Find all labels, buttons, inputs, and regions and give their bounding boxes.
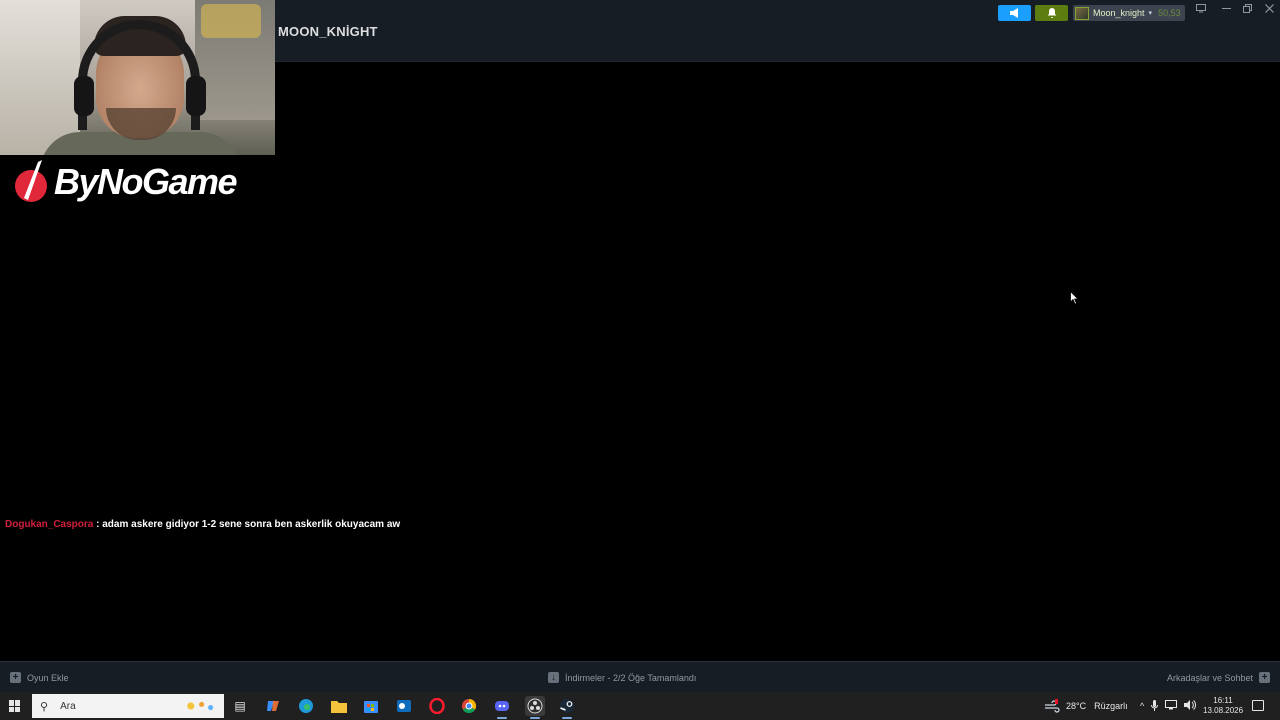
chat-message: Dogukan_Caspora : adam askere gidiyor 1-…: [5, 519, 400, 530]
search-placeholder: Ara: [60, 700, 76, 712]
bell-icon: [1047, 8, 1056, 18]
brand-logo: ByNoGame: [14, 157, 238, 207]
screen: MOON_KNİGHT Moon_knight ▾ 50,53 ByNoGame…: [0, 0, 1280, 720]
page-title: MOON_KNİGHT: [278, 24, 378, 39]
steam-icon[interactable]: [557, 696, 577, 719]
avatar: [1075, 6, 1089, 20]
wind-icon: [1045, 699, 1060, 713]
mouse-cursor-icon: [1070, 291, 1079, 305]
windows-taskbar: ⚲ Ara ▤ 28°C Rüzgarlı ^ 16:11 13.08.2026: [0, 692, 1280, 720]
restore-icon[interactable]: [1240, 4, 1254, 16]
megaphone-icon: [1009, 8, 1018, 18]
chevron-down-icon: ▾: [1148, 10, 1153, 17]
chevron-up-icon[interactable]: ^: [1140, 701, 1144, 711]
friends-chat-button[interactable]: Arkadaşlar ve Sohbet +: [1167, 672, 1270, 683]
big-picture-icon[interactable]: [1194, 4, 1208, 16]
clock-date: 13.08.2026: [1203, 706, 1244, 715]
account-menu-button[interactable]: Moon_knight ▾ 50,53: [1073, 5, 1185, 21]
announcements-button[interactable]: [998, 5, 1031, 21]
clock[interactable]: 16:11 13.08.2026: [1203, 696, 1243, 716]
opera-icon[interactable]: [427, 696, 447, 716]
headset: [78, 20, 200, 130]
weather-temp: 28°C: [1066, 701, 1087, 711]
notifications-button[interactable]: [1035, 5, 1068, 21]
search-icon: ⚲: [40, 700, 49, 713]
notification-center-icon[interactable]: [1252, 700, 1264, 711]
volume-icon[interactable]: [1184, 700, 1197, 712]
friends-icon: +: [1259, 672, 1270, 683]
search-highlight-icon: [180, 698, 216, 714]
minimize-icon[interactable]: [1219, 4, 1233, 16]
bynogame-logo-icon: [15, 160, 47, 202]
plus-icon: +: [10, 672, 21, 683]
wallet-balance: 50,53: [1158, 8, 1181, 18]
task-view-icon[interactable]: ▤: [230, 696, 250, 716]
edge-icon[interactable]: [296, 696, 316, 716]
add-game-button[interactable]: + Oyun Ekle: [10, 672, 69, 683]
outlook-icon[interactable]: [394, 696, 414, 716]
friends-chat-label: Arkadaşlar ve Sohbet: [1166, 672, 1253, 683]
downloads-label: İndirmeler - 2/2 Öğe Tamamlandı: [565, 672, 697, 683]
system-tray: ^: [1140, 692, 1197, 720]
microsoft-store-icon[interactable]: [361, 696, 381, 716]
steam-bottom-bar: + Oyun Ekle ↓ İndirmeler - 2/2 Öğe Tamam…: [0, 661, 1280, 692]
obs-icon[interactable]: [525, 696, 545, 719]
add-game-label: Oyun Ekle: [27, 672, 69, 683]
download-icon: ↓: [548, 672, 559, 683]
close-icon[interactable]: [1262, 4, 1276, 16]
discord-icon[interactable]: [492, 696, 512, 719]
weather-condition: Rüzgarlı: [1094, 701, 1128, 711]
copilot-icon[interactable]: [263, 696, 283, 716]
microphone-icon[interactable]: [1151, 699, 1159, 713]
file-explorer-icon[interactable]: [329, 696, 349, 716]
chat-text: : adam askere gidiyor 1-2 sene sonra ben…: [93, 519, 401, 530]
network-icon[interactable]: [1165, 700, 1178, 712]
clock-time: 16:11: [1213, 696, 1233, 705]
weather-widget[interactable]: 28°C Rüzgarlı: [1044, 692, 1128, 720]
search-input[interactable]: ⚲ Ara: [32, 694, 224, 718]
downloads-button[interactable]: ↓ İndirmeler - 2/2 Öğe Tamamlandı: [548, 672, 696, 683]
chat-username: Dogukan_Caspora: [5, 519, 94, 530]
account-name: Moon_knight: [1093, 8, 1145, 18]
chrome-icon[interactable]: [459, 696, 479, 716]
start-button[interactable]: [9, 700, 21, 712]
webcam-feed: [0, 0, 275, 155]
brand-name: ByNoGame: [54, 161, 238, 202]
